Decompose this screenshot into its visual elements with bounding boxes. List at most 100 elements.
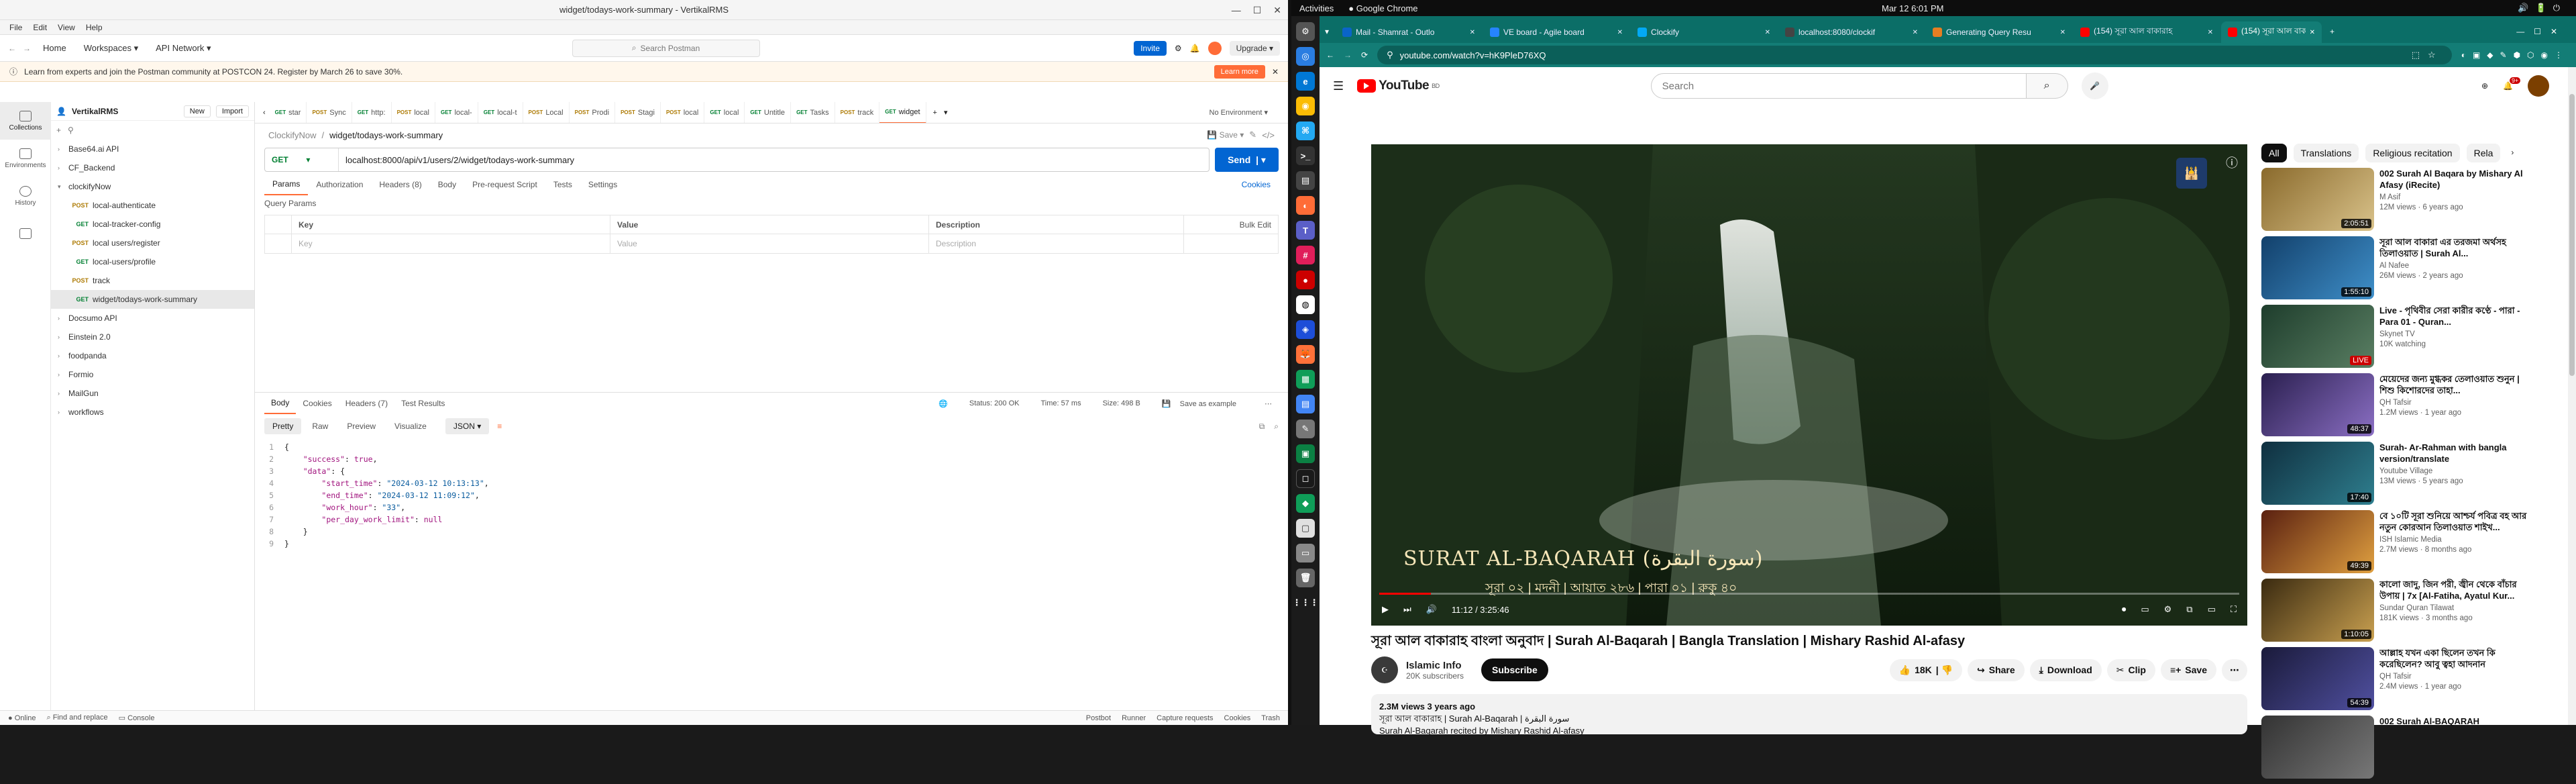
menu-help[interactable]: Help <box>80 23 108 32</box>
tree-item[interactable]: ▾ clockifyNow <box>51 177 254 196</box>
dock-firefox-icon[interactable]: 🦊 <box>1296 345 1315 364</box>
request-tab[interactable]: GET Untitle <box>745 102 792 123</box>
learn-more-button[interactable]: Learn more <box>1214 64 1265 79</box>
forward-icon[interactable]: → <box>1344 50 1352 60</box>
bookmark-star-icon[interactable]: ⬚☆ <box>2412 50 2452 60</box>
tree-item[interactable]: › workflows <box>51 403 254 422</box>
dock-slack-icon[interactable]: # <box>1296 246 1315 264</box>
dock-app-icon[interactable]: ▭ <box>1296 544 1315 562</box>
rail-collections[interactable]: Collections <box>0 102 51 140</box>
send-button[interactable]: Send | ▾ <box>1215 148 1279 172</box>
breadcrumb-collection[interactable]: ClockifyNow <box>268 130 317 140</box>
address-bar[interactable]: ⚲ youtube.com/watch?v=hK9PleD76XQ ⬚☆ <box>1377 46 2452 64</box>
video-channel[interactable]: Sundar Quran Tilawat <box>2379 603 2527 614</box>
tab-pre-request-script[interactable]: Pre-request Script <box>464 180 545 189</box>
close-icon[interactable]: ✕ <box>1273 5 1281 16</box>
site-info-icon[interactable]: ⚲ <box>1387 50 1393 60</box>
video-channel[interactable]: ISH Islamic Media <box>2379 535 2527 545</box>
recommended-video[interactable]: 002 Surah Al-BAQARAH <box>2261 716 2530 784</box>
tree-item[interactable]: GET local-tracker-config <box>51 215 254 234</box>
video-title[interactable]: মেয়েদের জন্য মুগ্ধকর তেলাওয়াত শুনুন | … <box>2379 373 2527 396</box>
rail-more[interactable] <box>0 215 51 252</box>
tree-item[interactable]: POST track <box>51 271 254 290</box>
dock-chrome-icon[interactable]: ◉ <box>1296 97 1315 115</box>
chrome-tab[interactable]: Clockify ✕ <box>1631 21 1777 43</box>
environment-select[interactable]: No Environment ▾ <box>1210 108 1288 117</box>
chevron-right-icon[interactable]: › <box>58 390 64 397</box>
request-tab[interactable]: POST local <box>661 102 705 123</box>
app-menu[interactable]: ● Google Chrome <box>1334 3 1417 13</box>
dock-files-icon[interactable]: ▤ <box>1296 171 1315 190</box>
request-tab[interactable]: POST local <box>392 102 435 123</box>
url-input[interactable]: localhost:8000/api/v1/users/2/widget/tod… <box>339 155 574 165</box>
recommended-video[interactable]: 1:10:05 কালো জাদু, জিন পরী, জ্বীন থেকে বা… <box>2261 579 2530 647</box>
breadcrumb-request[interactable]: widget/todays-work-summary <box>329 130 443 140</box>
dock-settings-icon[interactable]: ⚙ <box>1296 22 1315 41</box>
dock-edge-icon[interactable]: e <box>1296 72 1315 91</box>
chip-related[interactable]: Rela <box>2466 144 2501 162</box>
view-visualize[interactable]: Visualize <box>386 418 435 434</box>
tab-search-icon[interactable]: ▾ <box>1325 27 1334 43</box>
request-tab[interactable]: GET local <box>704 102 745 123</box>
video-channel[interactable]: QH Tafsir <box>2379 672 2527 682</box>
view-preview[interactable]: Preview <box>339 418 384 434</box>
video-title[interactable]: আল্লাহ যখন একা ছিলেন তখন কি করেছিলেন? আব… <box>2379 647 2527 670</box>
close-tab-icon[interactable]: ✕ <box>2060 29 2065 36</box>
upgrade-button[interactable]: Upgrade ▾ <box>1229 40 1280 56</box>
fullscreen-icon[interactable]: ⛶ <box>2231 604 2237 615</box>
footer-postbot[interactable]: Postbot <box>1086 714 1111 722</box>
new-button[interactable]: New <box>183 105 211 117</box>
chrome-tab[interactable]: (154) সূরা আল বাকারাহ ✕ <box>2221 21 2322 43</box>
avatar[interactable] <box>1208 41 1222 55</box>
add-tab-icon[interactable]: + <box>926 109 944 117</box>
video-title[interactable]: বে ১০টি সূরা শুনিয়ে আশ্চর্য পবিত্র বহ আ… <box>2379 510 2527 533</box>
search-input[interactable]: Search <box>1650 73 2027 99</box>
chip-all[interactable]: All <box>2261 144 2287 162</box>
autoplay-toggle[interactable]: ⏺ <box>2122 604 2127 615</box>
invite-button[interactable]: Invite <box>1134 40 1167 56</box>
close-tab-icon[interactable]: ✕ <box>1470 29 1475 36</box>
dock-trash-icon[interactable]: 🗑 <box>1296 569 1315 587</box>
import-button[interactable]: Import <box>215 105 249 117</box>
clock[interactable]: Mar 12 6:01 PM <box>1882 3 1944 13</box>
forward-arrow-icon[interactable]: → <box>23 44 31 53</box>
chrome-tab[interactable]: Mail - Shamrat - Outlo ✕ <box>1336 21 1482 43</box>
request-tab[interactable]: GET http: <box>352 102 392 123</box>
mic-icon[interactable]: 🎤 <box>2081 72 2108 99</box>
method-select[interactable]: GET ▾ <box>265 148 339 171</box>
tree-item[interactable]: › Einstein 2.0 <box>51 328 254 346</box>
video-thumbnail[interactable]: 17:40 <box>2261 442 2374 505</box>
notifications-icon[interactable]: 🔔 <box>1190 44 1200 53</box>
recommended-video[interactable]: 49:39 বে ১০টি সূরা শুনিয়ে আশ্চর্য পবিত্র… <box>2261 510 2530 579</box>
channel-name[interactable]: Islamic Info <box>1406 660 1464 671</box>
window-controls[interactable]: —☐✕ <box>2516 27 2576 43</box>
tab-params[interactable]: Params <box>264 174 309 195</box>
tab-headers[interactable]: Headers (8) <box>371 180 429 189</box>
video-thumbnail[interactable]: 1:55:10 <box>2261 236 2374 299</box>
page-scrollbar[interactable] <box>2568 67 2576 725</box>
dock-app-icon[interactable]: ● <box>1296 271 1315 289</box>
back-arrow-icon[interactable]: ← <box>8 44 16 53</box>
search-icon[interactable]: ⌕ <box>1274 422 1279 432</box>
video-channel[interactable]: QH Tafsir <box>2379 398 2527 408</box>
search-input[interactable]: ⌕ Search Postman <box>572 39 760 57</box>
edit-icon[interactable]: ✎ <box>1249 130 1256 140</box>
footer-console[interactable]: ▭ Console <box>119 714 155 722</box>
video-title[interactable]: Live - পৃথিবীর সেরা কারীর কণ্ঠে - পারা -… <box>2379 305 2527 328</box>
save-button[interactable]: 💾 Save ▾ <box>1207 130 1244 140</box>
request-tab[interactable]: GET widget <box>879 102 926 123</box>
share-button[interactable]: ↪ Share <box>1968 658 2025 681</box>
close-tab-icon[interactable]: ✕ <box>2310 29 2315 36</box>
tree-item[interactable]: › Formio <box>51 365 254 384</box>
dock-postman-icon[interactable]: ◐ <box>1296 196 1315 215</box>
more-icon[interactable]: ⋯ <box>1258 399 1279 408</box>
menu-edit[interactable]: Edit <box>28 23 52 32</box>
cookies-link[interactable]: Cookies <box>1234 180 1279 189</box>
tab-body[interactable]: Body <box>430 180 464 189</box>
request-tab[interactable]: POST Prodi <box>570 102 616 123</box>
dock-app-icon[interactable]: ▣ <box>1296 444 1315 463</box>
video-title[interactable]: 002 Surah Al Baqara by Mishary Al Afasy … <box>2379 168 2527 191</box>
dock-show-apps-icon[interactable]: ⋮⋮⋮ <box>1293 593 1319 612</box>
channel-avatar[interactable]: ☪ <box>1371 656 1398 683</box>
tab-tests[interactable]: Tests <box>545 180 580 189</box>
